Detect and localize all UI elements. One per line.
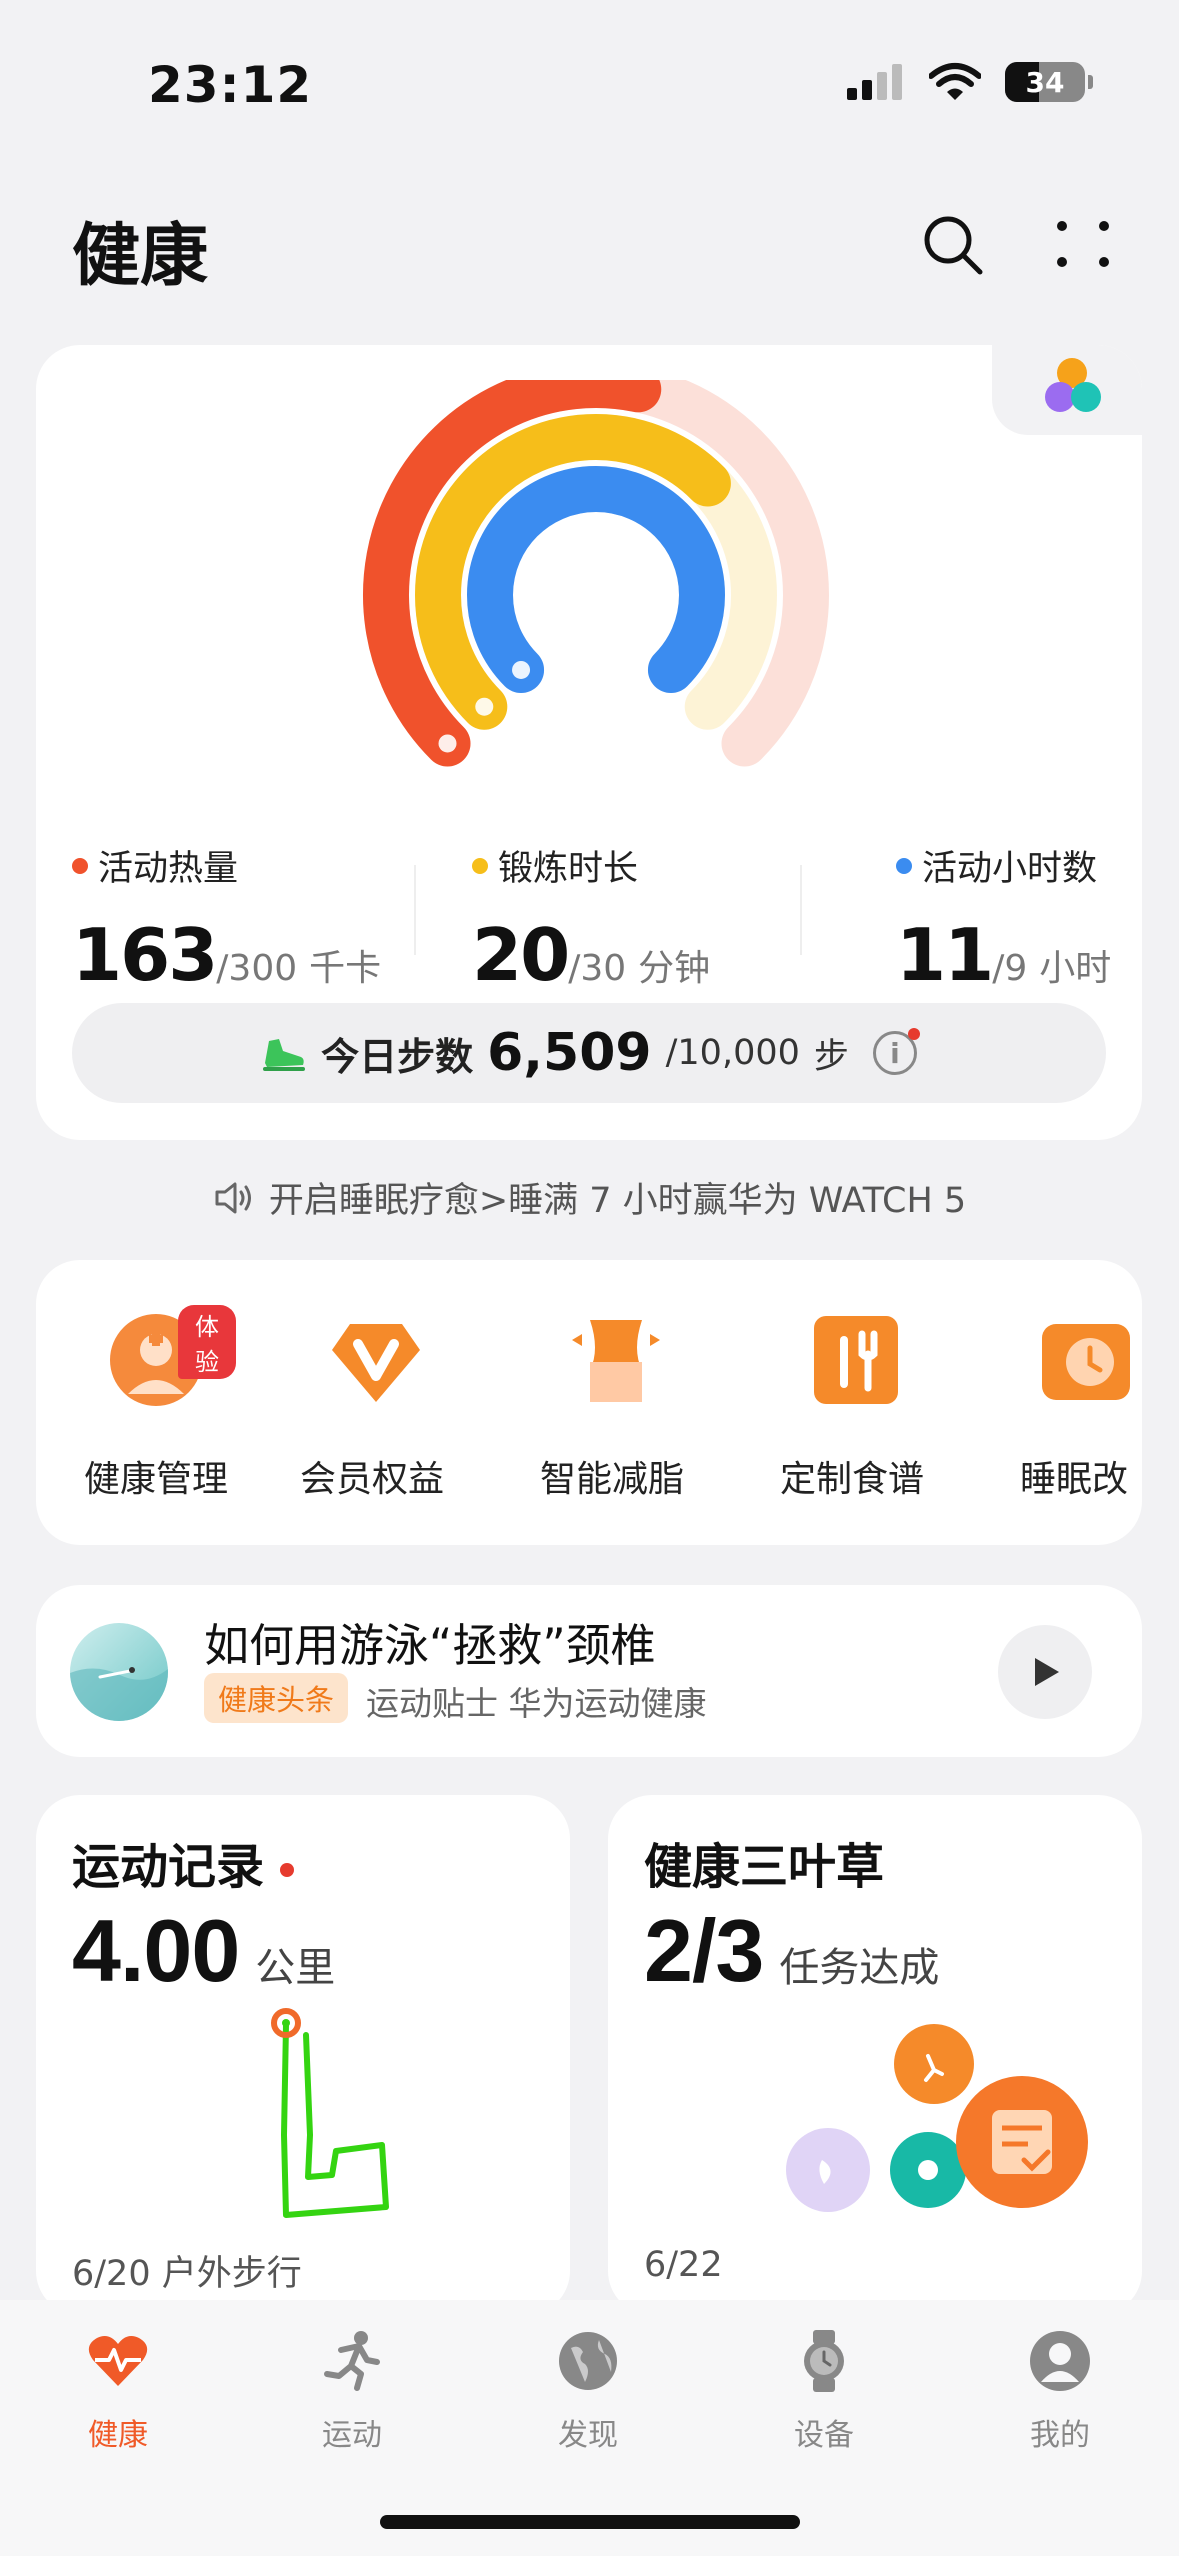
clover-value-row: 2/3 任务达成 — [644, 1900, 939, 2002]
divider — [800, 865, 802, 955]
metric-value: 20 — [472, 913, 570, 997]
article-title: 如何用游泳“拯救”颈椎 — [204, 1619, 656, 1672]
article-thumbnail — [70, 1623, 168, 1721]
info-icon[interactable]: i — [872, 1028, 920, 1075]
card-title: 运动记录 — [72, 1827, 295, 1897]
tab-me[interactable]: 我的 — [980, 2328, 1140, 2454]
metric-active-hours[interactable]: 活动小时数 11/9 小时 — [896, 840, 1111, 997]
search-icon[interactable] — [918, 210, 988, 280]
notification-dot — [280, 1863, 295, 1877]
user-icon — [1030, 2331, 1090, 2391]
tab-label: 我的 — [1030, 2418, 1090, 2453]
page-title: 健康 — [72, 217, 209, 296]
watch-icon — [804, 2330, 844, 2392]
globe-icon — [559, 2332, 617, 2390]
promo-notice[interactable]: 开启睡眠疗愈>睡满 7 小时赢华为 WATCH 5 — [0, 1172, 1179, 1223]
steps-label: 今日步数 — [321, 1034, 474, 1079]
shortcut-label: 会员权益 — [300, 1459, 445, 1500]
clover-illustration — [786, 2024, 1088, 2212]
metric-unit: 小时 — [1039, 948, 1112, 989]
tab-devices[interactable]: 设备 — [744, 2328, 904, 2454]
notice-text: 开启睡眠疗愈>睡满 7 小时赢华为 WATCH 5 — [268, 1181, 967, 1221]
metric-target: /30 — [568, 948, 627, 989]
standing-person-icon — [512, 660, 531, 679]
exercise-record-card[interactable]: 运动记录 4.00 公里 6/20 户外步行 — [36, 1795, 570, 2315]
shortcut-label: 定制食谱 — [780, 1459, 925, 1500]
steps-value: 6,509 — [487, 1023, 652, 1083]
metric-target: /9 — [992, 948, 1028, 989]
steps-bar[interactable]: 今日步数 6,509 /10,000 步 i — [72, 1003, 1106, 1103]
shortcut-label: 健康管理 — [84, 1459, 229, 1500]
status-icons: 34 — [845, 62, 1093, 102]
more-grid-icon[interactable] — [1048, 214, 1118, 284]
record-footer: 6/20 户外步行 — [72, 2254, 302, 2294]
record-distance: 4.00 — [72, 1901, 240, 2000]
shortcut-label: 睡眠改 — [1020, 1459, 1129, 1500]
waist-icon — [572, 1320, 660, 1402]
tab-label: 发现 — [558, 2418, 618, 2453]
notification-dot — [907, 1028, 920, 1040]
flame-icon — [438, 734, 457, 753]
speaker-icon — [215, 1182, 251, 1213]
metric-label: 锻炼时长 — [498, 849, 639, 889]
activity-rings — [363, 380, 829, 767]
shoe-icon — [263, 1039, 306, 1071]
tab-label: 运动 — [322, 2418, 382, 2453]
runner-icon — [324, 2331, 380, 2391]
utensils-icon — [814, 1316, 898, 1404]
metric-value: 163 — [72, 913, 218, 997]
metric-unit: 千卡 — [309, 948, 382, 989]
cellular-signal-icon — [847, 64, 902, 100]
runner-icon — [475, 697, 494, 716]
shortcut-label: 智能减脂 — [540, 1459, 685, 1500]
play-icon — [1035, 1658, 1059, 1686]
play-button[interactable] — [998, 1625, 1092, 1719]
article-meta: 运动贴士 华为运动健康 — [366, 1684, 707, 1723]
status-time: 23:12 — [148, 56, 313, 114]
hours-dot — [896, 857, 912, 874]
tab-label: 设备 — [794, 2418, 854, 2453]
vip-icon — [332, 1324, 420, 1402]
record-value-row: 4.00 公里 — [72, 1900, 335, 2002]
metric-label: 活动热量 — [98, 849, 239, 889]
steps-target: /10,000 — [665, 1033, 800, 1073]
exercise-dot — [472, 857, 488, 874]
clover-footer: 6/22 — [644, 2245, 723, 2285]
metric-value: 11 — [896, 913, 994, 997]
battery-indicator: 34 — [1005, 62, 1093, 102]
tab-health[interactable]: 健康 — [38, 2328, 198, 2454]
health-clover-card[interactable]: 健康三叶草 2/3 任务达成 6/22 — [608, 1795, 1142, 2315]
wifi-icon — [929, 63, 981, 100]
trial-badge: 体验 — [178, 1305, 236, 1379]
card-title: 健康三叶草 — [644, 1839, 885, 1895]
route-map-icon — [271, 2008, 389, 2218]
ring-progress — [467, 466, 725, 693]
battery-level: 34 — [1025, 65, 1065, 99]
divider — [414, 865, 416, 955]
clover-progress: 2/3 — [644, 1901, 764, 2000]
sleep-clock-icon — [1042, 1324, 1130, 1400]
tab-label: 健康 — [88, 2418, 148, 2453]
records-title: 运动记录 — [72, 1839, 265, 1895]
home-indicator — [380, 2515, 800, 2529]
metric-label: 活动小时数 — [922, 849, 1098, 889]
ring-style-icon[interactable] — [1002, 345, 1142, 427]
metric-target: /300 — [216, 948, 298, 989]
article-tag: 健康头条 — [204, 1673, 349, 1723]
heart-pulse-icon — [88, 2336, 148, 2386]
metric-unit: 分钟 — [638, 948, 711, 989]
calories-dot — [72, 857, 88, 874]
article-card[interactable]: 如何用游泳“拯救”颈椎 健康头条 运动贴士 华为运动健康 — [36, 1585, 1142, 1757]
metric-calories[interactable]: 活动热量 163/300 千卡 — [72, 840, 381, 997]
shortcut-row: 体验 健康管理 会员权益 智能减脂 定制食谱 睡眠改 — [36, 1260, 1142, 1545]
steps-unit: 步 — [813, 1036, 849, 1077]
record-unit: 公里 — [255, 1945, 336, 1991]
clover-unit: 任务达成 — [779, 1945, 940, 1991]
metric-exercise[interactable]: 锻炼时长 20/30 分钟 — [472, 840, 710, 997]
tab-discover[interactable]: 发现 — [508, 2328, 668, 2454]
tab-exercise[interactable]: 运动 — [272, 2328, 432, 2454]
swimmer-image — [70, 1667, 168, 1721]
activity-card[interactable]: 活动热量 163/300 千卡 锻炼时长 20/30 分钟 活动小时数 11/9 小时… — [36, 345, 1142, 1140]
